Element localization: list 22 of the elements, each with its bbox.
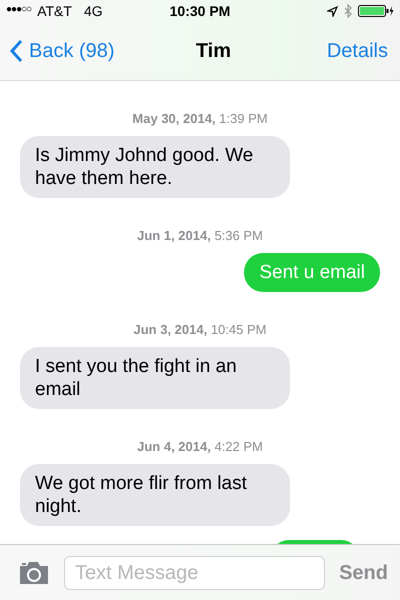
message-bubble: I sent you the fight in an email xyxy=(20,347,290,409)
timestamp: Jun 3, 2014, 10:45 PM xyxy=(134,322,266,337)
battery-icon xyxy=(358,5,394,17)
message-bubble: Sent u email xyxy=(244,253,380,292)
bluetooth-icon xyxy=(344,4,352,18)
timestamp: Jun 4, 2014, 4:22 PM xyxy=(137,439,263,454)
carrier: AT&T xyxy=(37,3,72,19)
timestamp: Jun 1, 2014, 5:36 PM xyxy=(137,228,263,243)
details-link[interactable]: Details xyxy=(326,40,388,62)
conversation-title: Tim xyxy=(194,40,232,62)
message-bubble: Is Jimmy Johnd good. We have them here. xyxy=(20,136,290,198)
timestamp: May 30, 2014, 1:39 PM xyxy=(132,111,268,126)
clock: 10:30 PM xyxy=(168,3,232,19)
back-button[interactable]: Back (98) xyxy=(10,40,140,62)
network-type: 4G xyxy=(84,3,103,19)
location-arrow-icon xyxy=(326,6,338,16)
chevron-left-icon xyxy=(10,40,23,62)
message-input[interactable]: Text Message xyxy=(64,556,326,590)
signal-strength: ●●●○○ xyxy=(6,3,32,17)
send-button[interactable]: Send xyxy=(339,562,388,584)
message-bubble: We got more flir from last night. xyxy=(20,464,290,526)
camera-icon[interactable] xyxy=(18,561,50,585)
